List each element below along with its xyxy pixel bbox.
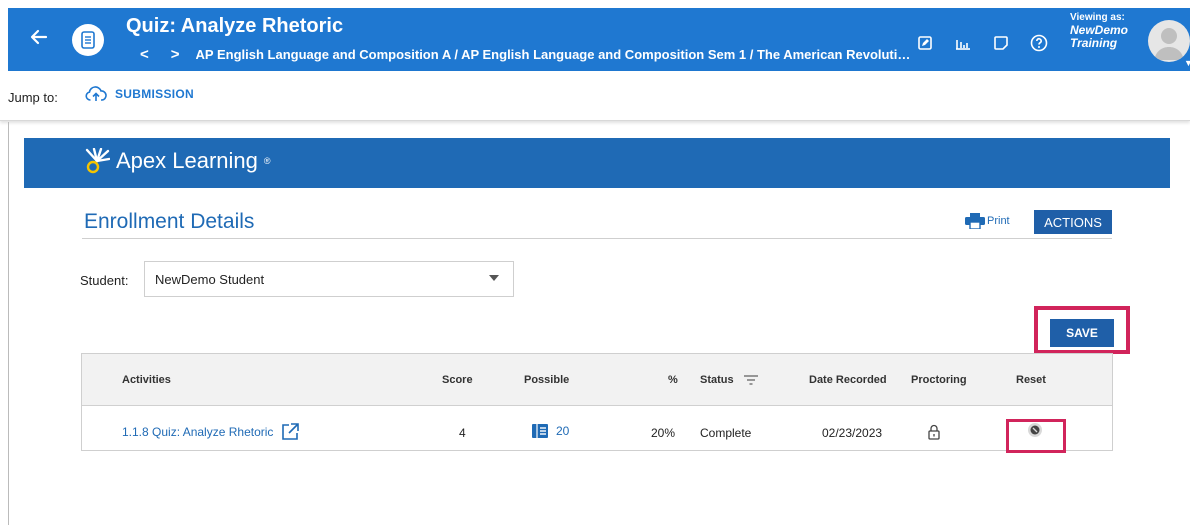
help-icon[interactable] [1030,34,1048,52]
submission-link-label: SUBMISSION [115,87,195,101]
percent-value: 20% [651,426,676,440]
submission-link[interactable]: SUBMISSION [85,86,194,102]
print-button[interactable]: Print [965,213,1010,229]
possible-link[interactable]: 20 [532,424,569,438]
previous-button[interactable]: < [134,46,155,63]
activity-link[interactable]: 1.1.8 Quiz: Analyze Rhetoric [122,423,300,441]
apex-brand-reg: ® [263,156,271,166]
user-icon [1154,28,1184,60]
col-score[interactable]: Score [442,374,473,386]
col-percent[interactable]: % [668,374,678,386]
lock-icon[interactable] [928,424,940,443]
col-possible[interactable]: Possible [524,374,569,386]
header-toolbar [916,34,1048,52]
col-activities[interactable]: Activities [122,374,171,386]
printer-icon [965,213,985,229]
viewing-as: Viewing as: NewDemo Training [1070,12,1150,50]
col-date-recorded[interactable]: Date Recorded [809,374,887,386]
col-proctoring: Proctoring [911,374,967,386]
avatar[interactable] [1148,20,1190,62]
document-icon [81,31,95,49]
activity-name: 1.1.8 Quiz: Analyze Rhetoric [122,425,274,439]
date-recorded-value: 02/23/2023 [822,426,883,440]
avatar-caret-icon[interactable]: ▼ [1184,58,1190,68]
breadcrumb: < > AP English Language and Composition … [134,46,914,63]
arrow-left-icon [30,29,48,45]
title-divider [82,238,1112,239]
jump-label: Jump to: [8,90,58,105]
notes-icon[interactable] [992,34,1010,52]
enrollment-title: Enrollment Details [84,210,255,233]
table-header: Activities Score Possible % Status Date … [82,354,1112,406]
status-value: Complete [700,426,752,440]
apex-brand-name: Apex Learning [116,148,258,173]
edit-icon[interactable] [916,34,934,52]
page: Quiz: Analyze Rhetoric < > AP English La… [0,0,1190,525]
print-label: Print [987,215,1010,227]
filter-icon[interactable] [743,375,758,385]
apex-sunburst-icon [85,148,110,174]
reset-highlight-box [1006,419,1066,453]
activities-table: Activities Score Possible % Status Date … [81,353,1113,451]
apex-banner: Apex Learning ® [24,138,1170,188]
col-reset: Reset [1016,374,1046,386]
student-selected-value: NewDemo Student [155,271,265,287]
possible-value: 20 [556,424,570,438]
student-select[interactable]: NewDemo Student [144,261,514,297]
col-status-label: Status [700,374,734,386]
col-status[interactable]: Status [700,374,758,386]
chart-icon[interactable] [954,34,972,52]
viewing-as-org: Training [1070,36,1118,50]
breadcrumb-path[interactable]: AP English Language and Composition A / … [196,47,914,62]
back-button[interactable] [26,26,52,52]
next-button[interactable]: > [165,46,186,63]
actions-button[interactable]: ACTIONS [1034,210,1112,234]
chevron-down-icon [489,275,499,281]
apex-logo: Apex Learning ® [84,148,271,174]
external-link-icon[interactable] [281,423,300,441]
list-book-icon [532,424,548,438]
page-title: Quiz: Analyze Rhetoric [126,15,344,37]
score-value: 4 [459,426,466,440]
student-label: Student: [80,273,129,288]
app-header: Quiz: Analyze Rhetoric < > AP English La… [8,8,1190,71]
save-button[interactable]: SAVE [1050,319,1114,347]
cloud-upload-icon [85,86,107,101]
app-icon [72,24,104,56]
jump-bar: Jump to: SUBMISSION [0,71,1190,121]
